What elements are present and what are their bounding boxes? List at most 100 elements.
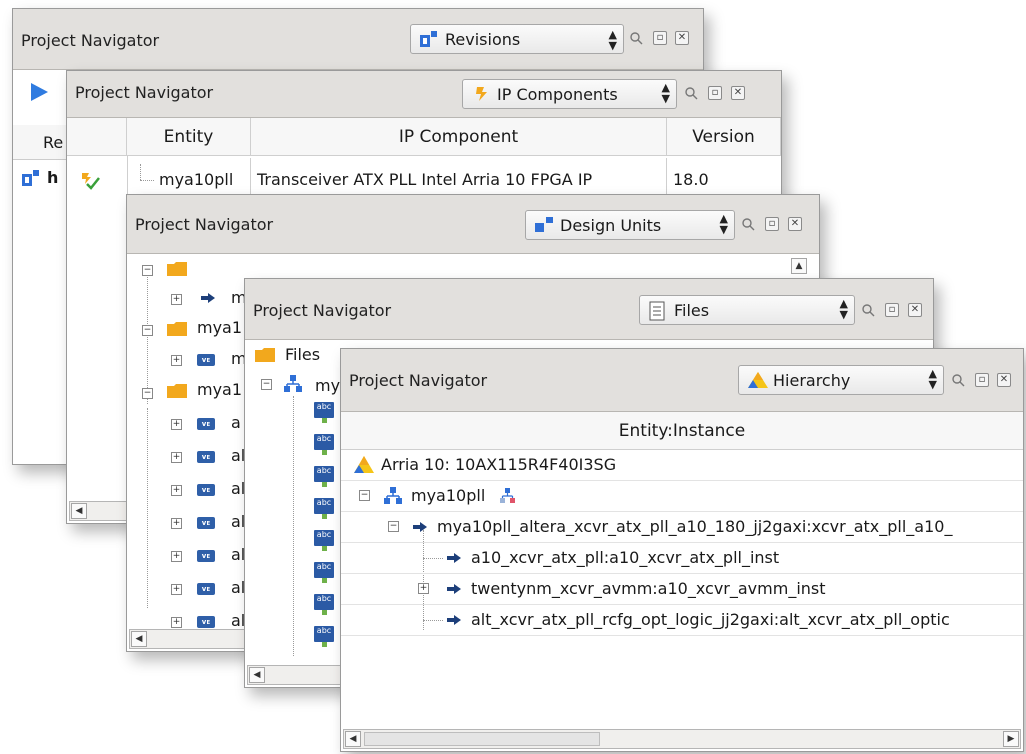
- scroll-left-icon[interactable]: ◀: [131, 631, 147, 647]
- expand-icon[interactable]: +: [171, 617, 182, 628]
- tree-row-level2[interactable]: alt_xcvr_atx_pll_rcfg_opt_logic_jj2gaxi:…: [341, 605, 1023, 636]
- float-icon[interactable]: ▫: [653, 31, 667, 45]
- collapse-icon[interactable]: −: [142, 325, 153, 336]
- close-icon[interactable]: ✕: [675, 31, 689, 45]
- revision-icon: [22, 170, 39, 186]
- spin-arrows-icon[interactable]: ▲ ▼: [720, 213, 728, 235]
- expand-icon[interactable]: +: [171, 584, 182, 595]
- float-icon[interactable]: ▫: [885, 303, 899, 317]
- folder-icon: [167, 322, 187, 336]
- file-abc-icon[interactable]: abc: [314, 466, 334, 487]
- folder-icon: [255, 348, 275, 362]
- view-selector-label: IP Components: [497, 85, 618, 104]
- instance-label[interactable]: alt_xcvr_atx_pll_rcfg_opt_logic_jj2gaxi:…: [471, 610, 950, 629]
- view-selector[interactable]: Revisions ▲ ▼: [410, 24, 624, 54]
- window-title: Project Navigator: [21, 31, 160, 50]
- view-selector-label: Revisions: [445, 30, 521, 49]
- collapse-icon[interactable]: −: [261, 379, 272, 390]
- window-title: Project Navigator: [349, 371, 488, 390]
- float-icon[interactable]: ▫: [975, 373, 989, 387]
- file-abc-icon[interactable]: abc: [314, 594, 334, 615]
- file-abc-icon[interactable]: abc: [314, 402, 334, 423]
- tree-row-device[interactable]: Arria 10: 10AX115R4F40I3SG: [341, 450, 1023, 481]
- close-icon[interactable]: ✕: [997, 373, 1011, 387]
- entity-chip-icon: ᴠᴇ: [197, 616, 215, 628]
- tree-row-level2[interactable]: + twentynm_xcvr_avmm:a10_xcvr_avmm_inst: [341, 574, 1023, 605]
- column-header-ip-component[interactable]: IP Component: [251, 118, 667, 156]
- hierarchy-icon: [748, 372, 768, 388]
- float-icon[interactable]: ▫: [765, 217, 779, 231]
- search-icon[interactable]: [629, 31, 643, 45]
- revision-name[interactable]: h: [47, 168, 58, 187]
- tree-row-level2[interactable]: a10_xcvr_atx_pll:a10_xcvr_atx_pll_inst: [341, 543, 1023, 574]
- window-title: Project Navigator: [135, 215, 274, 234]
- float-icon[interactable]: ▫: [708, 86, 722, 100]
- tree-row-level1[interactable]: − mya10pll_altera_xcvr_atx_pll_a10_180_j…: [341, 512, 1023, 543]
- view-selector[interactable]: IP Components ▲ ▼: [462, 79, 677, 109]
- design-unit-item[interactable]: a: [231, 413, 241, 432]
- design-unit-folder[interactable]: mya1: [197, 380, 242, 399]
- instance-label[interactable]: mya10pll_altera_xcvr_atx_pll_a10_180_jj2…: [437, 517, 952, 536]
- revisions-icon: [420, 31, 437, 47]
- file-abc-icon[interactable]: abc: [314, 562, 334, 583]
- scroll-up-icon[interactable]: ▲: [791, 258, 807, 274]
- expand-icon[interactable]: +: [171, 452, 182, 463]
- expand-icon[interactable]: +: [171, 518, 182, 529]
- folder-icon: [167, 384, 187, 398]
- expand-icon[interactable]: +: [171, 551, 182, 562]
- expand-icon[interactable]: +: [171, 294, 182, 305]
- top-entity-label[interactable]: mya10pll: [411, 486, 485, 505]
- run-icon[interactable]: [29, 82, 49, 102]
- search-icon[interactable]: [861, 303, 875, 317]
- instance-label[interactable]: twentynm_xcvr_avmm:a10_xcvr_avmm_inst: [471, 579, 826, 598]
- collapse-icon[interactable]: −: [388, 521, 399, 532]
- search-icon[interactable]: [741, 217, 755, 231]
- close-icon[interactable]: ✕: [788, 217, 802, 231]
- expand-icon[interactable]: +: [171, 419, 182, 430]
- spin-arrows-icon[interactable]: ▲ ▼: [609, 29, 617, 51]
- horizontal-scrollbar[interactable]: ◀ ▶: [343, 729, 1021, 749]
- view-selector[interactable]: Design Units ▲ ▼: [525, 210, 735, 240]
- expand-icon[interactable]: +: [171, 485, 182, 496]
- device-label[interactable]: Arria 10: 10AX115R4F40I3SG: [381, 455, 616, 474]
- collapse-icon[interactable]: −: [359, 490, 370, 501]
- design-unit-folder[interactable]: mya1: [197, 318, 242, 337]
- search-icon[interactable]: [684, 86, 698, 100]
- titlebar: Project Navigator Revisions ▲ ▼ ▫ ✕: [13, 9, 703, 70]
- scroll-left-icon[interactable]: ◀: [71, 503, 87, 519]
- entity-chip-icon: ᴠᴇ: [197, 517, 215, 529]
- files-child-label[interactable]: my: [315, 376, 340, 395]
- view-selector[interactable]: Files ▲ ▼: [639, 295, 855, 325]
- files-root-label[interactable]: Files: [285, 345, 320, 364]
- ip-component-name[interactable]: Transceiver ATX PLL Intel Arria 10 FPGA …: [257, 170, 592, 189]
- search-icon[interactable]: [951, 373, 965, 387]
- scroll-thumb[interactable]: [364, 732, 600, 746]
- scroll-right-icon[interactable]: ▶: [1003, 731, 1019, 747]
- design-partition-icon: [500, 488, 515, 503]
- close-icon[interactable]: ✕: [908, 303, 922, 317]
- file-abc-icon[interactable]: abc: [314, 626, 334, 647]
- spin-arrows-icon[interactable]: ▲ ▼: [840, 298, 848, 320]
- expand-icon[interactable]: +: [171, 355, 182, 366]
- file-abc-icon[interactable]: abc: [314, 530, 334, 551]
- collapse-icon[interactable]: −: [142, 388, 153, 399]
- scroll-left-icon[interactable]: ◀: [345, 731, 361, 747]
- file-abc-icon[interactable]: abc: [314, 498, 334, 519]
- view-selector[interactable]: Hierarchy ▲ ▼: [738, 365, 944, 395]
- hierarchy-node-icon: [384, 487, 402, 504]
- instance-label[interactable]: a10_xcvr_atx_pll:a10_xcvr_atx_pll_inst: [471, 548, 779, 567]
- view-selector-label: Design Units: [560, 216, 662, 235]
- close-icon[interactable]: ✕: [731, 86, 745, 100]
- spin-arrows-icon[interactable]: ▲ ▼: [662, 82, 670, 104]
- collapse-icon[interactable]: −: [142, 265, 153, 276]
- column-header-entity[interactable]: Entity: [127, 118, 251, 156]
- scroll-left-icon[interactable]: ◀: [249, 667, 265, 683]
- spin-arrows-icon[interactable]: ▲ ▼: [929, 368, 937, 390]
- expand-icon[interactable]: +: [418, 583, 429, 594]
- tree-row-top[interactable]: − mya10pll: [341, 481, 1023, 512]
- ip-entity[interactable]: mya10pll: [159, 170, 233, 189]
- column-header-entity-instance[interactable]: Entity:Instance: [341, 412, 1023, 450]
- titlebar: Project Navigator IP Components ▲ ▼ ▫ ✕: [67, 71, 781, 118]
- file-abc-icon[interactable]: abc: [314, 434, 334, 455]
- column-header-version[interactable]: Version: [667, 118, 781, 156]
